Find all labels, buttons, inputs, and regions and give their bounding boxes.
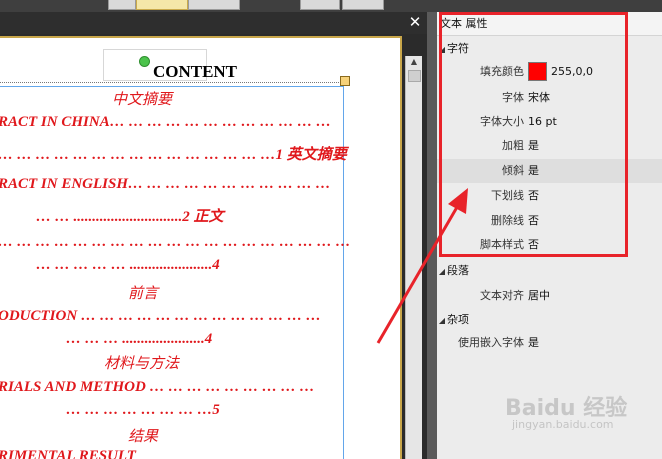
- document-page[interactable]: CONTENT 中文摘要 RACT IN CHINA… … … … … … … …: [0, 39, 390, 459]
- annotation-arrow-icon: [376, 188, 468, 344]
- resize-handle[interactable]: [340, 76, 350, 86]
- toc-line: … … … … … … … … … … … … … … …1 英文摘要: [0, 147, 347, 163]
- toc-line: RACT IN CHINA… … … … … … … … … … … …: [0, 114, 331, 130]
- toolbar-button-active[interactable]: [136, 0, 188, 10]
- scroll-thumb[interactable]: [408, 70, 421, 82]
- prop-value[interactable]: 是: [528, 331, 539, 355]
- toolbar-button[interactable]: [342, 0, 384, 10]
- document-titlebar: ✕: [0, 12, 427, 34]
- toc-line: RIMENTAL RESULT: [0, 448, 136, 459]
- close-icon[interactable]: ✕: [407, 14, 423, 30]
- watermark-url: jingyan.baidu.com: [512, 418, 614, 431]
- rotate-handle[interactable]: [139, 56, 150, 67]
- document-pane: ✕ CONTENT 中文摘要 RACT IN CHINA… … … … … … …: [0, 12, 427, 459]
- toc-line: RACT IN ENGLISH… … … … … … … … … … …: [0, 176, 331, 192]
- toolbar-button[interactable]: [188, 0, 240, 10]
- toc-line: … … .............................2 正文: [36, 209, 224, 225]
- toc-line: … … … ......................4: [66, 331, 213, 347]
- toc-line: 结果: [128, 429, 159, 445]
- toc-line: 前言: [128, 286, 159, 302]
- toc-line: … … … … … … … …5: [66, 402, 220, 418]
- top-toolbar: [0, 0, 662, 12]
- toc-line: 中文摘要: [112, 92, 173, 108]
- selection-outline: [0, 82, 345, 83]
- toc-line: RIALS AND METHOD … … … … … … … … …: [0, 379, 315, 395]
- toc-heading[interactable]: CONTENT: [0, 62, 390, 82]
- toolbar-button[interactable]: [108, 0, 136, 10]
- toc-line: 材料与方法: [104, 356, 180, 372]
- prop-label: 文本对齐: [480, 289, 524, 302]
- toc-line: … … … … … … … … … … … … … … … … … … …: [0, 234, 351, 250]
- toc-line: ODUCTION … … … … … … … … … … … … …: [0, 308, 321, 324]
- toolbar-button[interactable]: [300, 0, 340, 10]
- prop-value[interactable]: 居中: [528, 284, 550, 308]
- toc-line: … … … … … ......................4: [36, 257, 220, 273]
- scroll-up-icon[interactable]: ▲: [406, 56, 422, 68]
